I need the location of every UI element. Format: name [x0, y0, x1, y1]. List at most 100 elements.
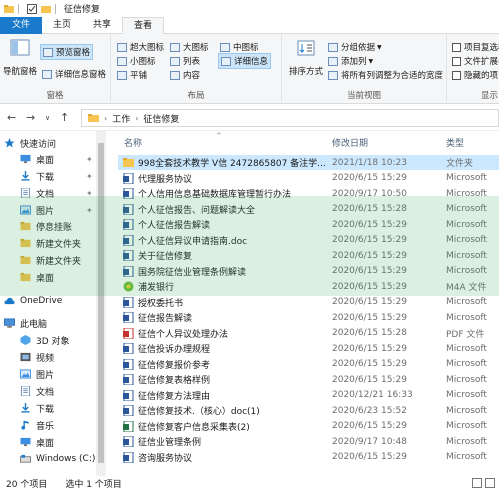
details-option[interactable]: 详细信息 [218, 53, 272, 69]
file-row[interactable]: 征信修复报价参考 2020/6/15 15:29 Microsoft [118, 357, 499, 372]
file-name: 征信个人异议处理办法 [138, 329, 229, 340]
folder-icon [20, 238, 31, 248]
xl-icons-icon [117, 42, 127, 52]
nav-item[interactable]: 新建文件夹 [20, 235, 81, 251]
forward-arrow-icon[interactable]: → [26, 111, 35, 124]
file-row[interactable]: 998全套技术教学 V信 2472865807 备注学... 2021/1/18 … [118, 155, 499, 170]
file-row[interactable]: 征信修复方法理由 2020/12/21 16:33 Microsoft [118, 388, 499, 403]
file-type: Microsoft [446, 188, 487, 199]
nav-item[interactable]: 文档 ✦ [20, 185, 93, 201]
picture-icon [20, 369, 31, 379]
file-row[interactable]: 授权委托书 2020/6/15 15:29 Microsoft [118, 295, 499, 310]
list-option[interactable]: 列表 [170, 55, 200, 67]
file-row[interactable]: 国务院征信业管理条例解读 2020/6/15 15:29 Microsoft [118, 264, 499, 279]
preview-pane-icon [43, 47, 53, 57]
large-icons-option[interactable]: 大图标 [170, 41, 209, 53]
nav-item[interactable]: 桌面 [20, 434, 54, 450]
nav-item[interactable]: 下载 [20, 400, 54, 416]
file-row[interactable]: 浦发银行 2020/6/15 15:29 M4A 文件 [118, 279, 499, 294]
breadcrumb-item[interactable]: 工作 [112, 112, 130, 125]
file-row[interactable]: 关于征信修复 2020/6/15 15:29 Microsoft [118, 248, 499, 263]
file-row[interactable]: 个人征信报告解读 2020/6/15 15:29 Microsoft [118, 217, 499, 232]
small-icons-label: 小图标 [130, 57, 156, 67]
file-row[interactable]: 咨询服务协议 2020/6/15 15:29 Microsoft [118, 450, 499, 465]
details-view-icon[interactable] [472, 478, 482, 488]
column-header-date[interactable]: 修改日期 [332, 136, 368, 149]
sort-by-button[interactable]: 排序方式 [286, 38, 326, 77]
nav-item[interactable]: 图片 [20, 366, 54, 382]
large-icons-view-icon[interactable] [485, 478, 495, 488]
preview-pane-label: 预览窗格 [56, 48, 91, 58]
nav-item[interactable]: 3D 对象 [20, 332, 70, 348]
up-arrow-icon[interactable]: ↑ [60, 111, 69, 124]
item-checkboxes-toggle[interactable]: 项目复选框 [452, 41, 499, 53]
tiles-label: 平铺 [130, 71, 148, 81]
file-row[interactable]: 代理服务协议 2020/6/15 15:29 Microsoft [118, 171, 499, 186]
address-bar[interactable]: › 工作 › 征信修复 [81, 109, 499, 127]
content-option[interactable]: 内容 [170, 69, 200, 81]
file-date: 2020/9/17 10:50 [332, 188, 407, 199]
nav-item[interactable]: 新建文件夹 [20, 252, 81, 268]
nav-item-label: 文档 [36, 387, 55, 398]
file-date: 2021/1/18 10:23 [332, 157, 407, 168]
tiles-option[interactable]: 平铺 [117, 69, 147, 81]
file-row[interactable]: 个人征信异议申请指南.doc 2020/6/15 15:29 Microsoft [118, 233, 499, 248]
file-row[interactable]: 征信报告解读 2020/6/15 15:29 Microsoft [118, 310, 499, 325]
medium-icons-option[interactable]: 中图标 [220, 41, 259, 53]
file-row[interactable]: 征信业管理条例 2020/9/17 10:48 Microsoft [118, 434, 499, 449]
tab-view[interactable]: 查看 [122, 17, 165, 34]
hidden-items-toggle[interactable]: 隐藏的项目 [452, 69, 499, 81]
nav-item[interactable]: 文档 [20, 383, 54, 399]
checkbox-icon[interactable] [27, 3, 37, 14]
word-doc-icon [123, 296, 134, 308]
column-header-name[interactable]: 名称 [124, 136, 142, 149]
nav-item[interactable]: 图片 ✦ [20, 202, 93, 218]
nav-item[interactable]: 音乐 [20, 417, 54, 433]
size-columns-button[interactable]: 将所有列调整为合适的宽度 [328, 69, 443, 81]
layout-group: 超大图标 大图标 中图标 小图标 列表 详细信息 平铺 内容 布局 [111, 34, 282, 104]
breadcrumb-item[interactable]: 征信修复 [143, 112, 179, 125]
tab-home[interactable]: 主页 [42, 17, 82, 34]
nav-item[interactable]: 此电脑 [4, 315, 47, 331]
nav-item[interactable]: 快速访问 [4, 135, 56, 151]
preview-pane-button[interactable]: 预览窗格 [40, 44, 94, 60]
nav-item[interactable]: 下载 ✦ [20, 168, 93, 184]
back-arrow-icon[interactable]: ← [7, 111, 16, 124]
nav-pane-label: 导航窗格 [2, 67, 37, 77]
file-type: Microsoft [446, 204, 487, 214]
nav-item[interactable]: 视频 [20, 349, 54, 365]
group-by-button[interactable]: 分组依据 ▼ [328, 41, 382, 53]
file-row[interactable]: 征信修复技术.（核心）doc(1) 2020/6/23 15:52 Microsof… [118, 403, 499, 418]
nav-item[interactable]: 停息挂账 [20, 218, 72, 234]
small-icons-option[interactable]: 小图标 [117, 55, 156, 67]
details-icon [221, 56, 231, 66]
tab-file[interactable]: 文件 [0, 17, 43, 34]
column-header-type[interactable]: 类型 [446, 136, 464, 149]
file-type: M4A 文件 [446, 283, 487, 293]
folder-icon[interactable] [41, 4, 51, 14]
word-doc-icon [123, 358, 134, 370]
file-row[interactable]: 征信修复客户信息采集表(2) 2020/6/15 15:29 Microsoft [118, 419, 499, 434]
file-row[interactable]: 个人信用信息基础数据库管理暂行办法 2020/9/17 10:50 Microsof… [118, 186, 499, 201]
file-extensions-toggle[interactable]: 文件扩展名 [452, 55, 499, 67]
file-row[interactable]: 个人征信报告、问题解读大全 2020/6/15 15:28 Microsoft [118, 202, 499, 217]
nav-item[interactable]: 桌面 [20, 269, 54, 285]
nav-item[interactable]: 桌面 ✦ [20, 151, 93, 167]
file-row[interactable]: 征信投诉办理规程 2020/6/15 15:29 Microsoft [118, 341, 499, 356]
xl-icons-option[interactable]: 超大图标 [117, 41, 164, 53]
tab-share[interactable]: 共享 [82, 17, 122, 34]
title-bar: 征信修复 [0, 0, 499, 17]
file-row[interactable]: 征信个人异议处理办法 2020/6/15 15:28 PDF 文件 [118, 326, 499, 341]
chevron-down-icon[interactable]: ∨ [45, 114, 50, 122]
scrollbar-thumb[interactable] [98, 143, 104, 463]
nav-item[interactable]: Windows (C:) [20, 451, 95, 467]
details-pane-button[interactable]: 详细信息窗格 [42, 68, 106, 80]
nav-item[interactable]: OneDrive [4, 293, 62, 309]
nav-pane-button[interactable]: 导航窗格 [2, 38, 38, 77]
file-date: 2020/6/15 15:29 [332, 343, 407, 354]
file-row[interactable]: 征信修复表格样例 2020/6/15 15:29 Microsoft [118, 372, 499, 387]
details-pane-label: 详细信息窗格 [55, 70, 107, 80]
pane-group-label: 窗格 [46, 91, 64, 101]
nav-pane-scrollbar[interactable] [96, 131, 106, 476]
add-columns-button[interactable]: 添加列 ▼ [328, 55, 373, 67]
